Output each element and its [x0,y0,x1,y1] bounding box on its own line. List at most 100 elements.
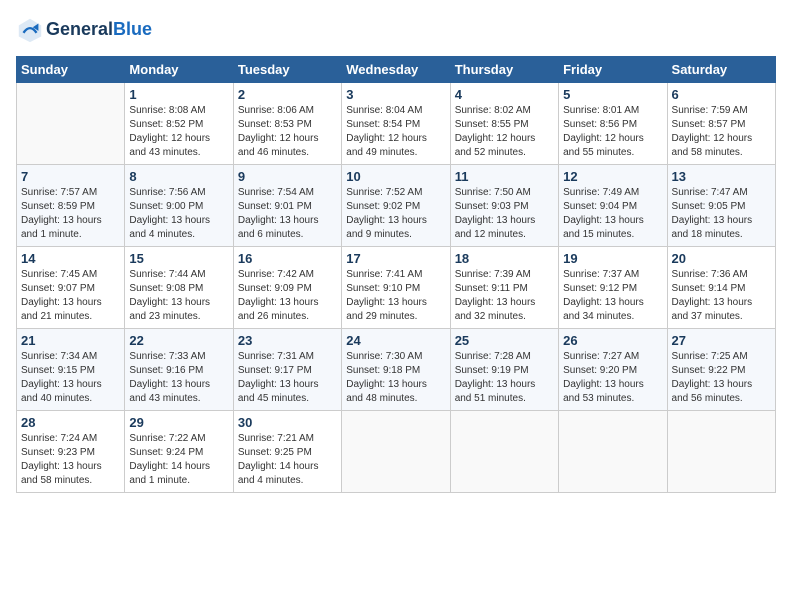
calendar-cell: 29 Sunrise: 7:22 AM Sunset: 9:24 PM Dayl… [125,411,233,493]
daylight-label: Daylight: 13 hours and 43 minutes. [129,379,210,404]
day-info: Sunrise: 7:49 AM Sunset: 9:04 PM Dayligh… [563,186,662,242]
calendar-cell: 4 Sunrise: 8:02 AM Sunset: 8:55 PM Dayli… [450,83,558,165]
day-number: 22 [129,333,228,348]
day-info: Sunrise: 7:56 AM Sunset: 9:00 PM Dayligh… [129,186,228,242]
day-number: 2 [238,87,337,102]
daylight-label: Daylight: 13 hours and 34 minutes. [563,297,644,322]
sunset-label: Sunset: 8:55 PM [455,119,529,130]
calendar-cell: 20 Sunrise: 7:36 AM Sunset: 9:14 PM Dayl… [667,247,775,329]
sunset-label: Sunset: 9:08 PM [129,283,203,294]
sunrise-label: Sunrise: 8:01 AM [563,105,639,116]
sunset-label: Sunset: 9:10 PM [346,283,420,294]
day-info: Sunrise: 7:34 AM Sunset: 9:15 PM Dayligh… [21,350,120,406]
sunrise-label: Sunrise: 7:56 AM [129,187,205,198]
sunrise-label: Sunrise: 7:33 AM [129,351,205,362]
calendar-cell: 28 Sunrise: 7:24 AM Sunset: 9:23 PM Dayl… [17,411,125,493]
day-info: Sunrise: 7:50 AM Sunset: 9:03 PM Dayligh… [455,186,554,242]
sunset-label: Sunset: 9:02 PM [346,201,420,212]
day-info: Sunrise: 7:47 AM Sunset: 9:05 PM Dayligh… [672,186,771,242]
sunset-label: Sunset: 9:00 PM [129,201,203,212]
sunset-label: Sunset: 9:01 PM [238,201,312,212]
daylight-label: Daylight: 12 hours and 49 minutes. [346,133,427,158]
day-info: Sunrise: 7:39 AM Sunset: 9:11 PM Dayligh… [455,268,554,324]
day-number: 7 [21,169,120,184]
calendar-cell: 24 Sunrise: 7:30 AM Sunset: 9:18 PM Dayl… [342,329,450,411]
calendar-cell [667,411,775,493]
sunrise-label: Sunrise: 7:30 AM [346,351,422,362]
day-info: Sunrise: 8:01 AM Sunset: 8:56 PM Dayligh… [563,104,662,160]
sunrise-label: Sunrise: 8:08 AM [129,105,205,116]
weekday-header: Sunday [17,57,125,83]
day-info: Sunrise: 7:33 AM Sunset: 9:16 PM Dayligh… [129,350,228,406]
calendar-cell: 17 Sunrise: 7:41 AM Sunset: 9:10 PM Dayl… [342,247,450,329]
calendar-cell: 19 Sunrise: 7:37 AM Sunset: 9:12 PM Dayl… [559,247,667,329]
daylight-label: Daylight: 13 hours and 53 minutes. [563,379,644,404]
sunset-label: Sunset: 8:54 PM [346,119,420,130]
calendar-cell: 5 Sunrise: 8:01 AM Sunset: 8:56 PM Dayli… [559,83,667,165]
day-number: 4 [455,87,554,102]
day-number: 13 [672,169,771,184]
weekday-header: Monday [125,57,233,83]
calendar-cell: 10 Sunrise: 7:52 AM Sunset: 9:02 PM Dayl… [342,165,450,247]
daylight-label: Daylight: 12 hours and 43 minutes. [129,133,210,158]
day-number: 11 [455,169,554,184]
sunset-label: Sunset: 9:07 PM [21,283,95,294]
sunset-label: Sunset: 9:16 PM [129,365,203,376]
sunset-label: Sunset: 9:09 PM [238,283,312,294]
day-info: Sunrise: 7:44 AM Sunset: 9:08 PM Dayligh… [129,268,228,324]
sunrise-label: Sunrise: 7:59 AM [672,105,748,116]
calendar-cell [17,83,125,165]
daylight-label: Daylight: 13 hours and 32 minutes. [455,297,536,322]
daylight-label: Daylight: 13 hours and 15 minutes. [563,215,644,240]
weekday-header: Saturday [667,57,775,83]
sunrise-label: Sunrise: 8:04 AM [346,105,422,116]
day-number: 25 [455,333,554,348]
header: GeneralBlue [16,16,776,44]
sunset-label: Sunset: 9:17 PM [238,365,312,376]
weekday-header: Wednesday [342,57,450,83]
calendar-cell: 14 Sunrise: 7:45 AM Sunset: 9:07 PM Dayl… [17,247,125,329]
daylight-label: Daylight: 13 hours and 56 minutes. [672,379,753,404]
sunrise-label: Sunrise: 7:34 AM [21,351,97,362]
day-info: Sunrise: 7:22 AM Sunset: 9:24 PM Dayligh… [129,432,228,488]
day-number: 24 [346,333,445,348]
day-info: Sunrise: 7:30 AM Sunset: 9:18 PM Dayligh… [346,350,445,406]
calendar-week: 21 Sunrise: 7:34 AM Sunset: 9:15 PM Dayl… [17,329,776,411]
sunset-label: Sunset: 9:20 PM [563,365,637,376]
calendar-cell: 3 Sunrise: 8:04 AM Sunset: 8:54 PM Dayli… [342,83,450,165]
day-number: 17 [346,251,445,266]
sunset-label: Sunset: 9:04 PM [563,201,637,212]
sunrise-label: Sunrise: 7:44 AM [129,269,205,280]
sunset-label: Sunset: 8:59 PM [21,201,95,212]
day-number: 29 [129,415,228,430]
sunrise-label: Sunrise: 8:02 AM [455,105,531,116]
daylight-label: Daylight: 13 hours and 9 minutes. [346,215,427,240]
calendar-cell: 11 Sunrise: 7:50 AM Sunset: 9:03 PM Dayl… [450,165,558,247]
daylight-label: Daylight: 13 hours and 12 minutes. [455,215,536,240]
calendar-cell: 26 Sunrise: 7:27 AM Sunset: 9:20 PM Dayl… [559,329,667,411]
daylight-label: Daylight: 13 hours and 40 minutes. [21,379,102,404]
daylight-label: Daylight: 13 hours and 23 minutes. [129,297,210,322]
calendar-cell: 25 Sunrise: 7:28 AM Sunset: 9:19 PM Dayl… [450,329,558,411]
day-number: 3 [346,87,445,102]
weekday-header: Friday [559,57,667,83]
daylight-label: Daylight: 14 hours and 4 minutes. [238,461,319,486]
daylight-label: Daylight: 13 hours and 1 minute. [21,215,102,240]
day-number: 19 [563,251,662,266]
day-info: Sunrise: 7:59 AM Sunset: 8:57 PM Dayligh… [672,104,771,160]
day-number: 23 [238,333,337,348]
calendar-cell: 27 Sunrise: 7:25 AM Sunset: 9:22 PM Dayl… [667,329,775,411]
day-info: Sunrise: 7:36 AM Sunset: 9:14 PM Dayligh… [672,268,771,324]
day-info: Sunrise: 7:54 AM Sunset: 9:01 PM Dayligh… [238,186,337,242]
calendar-cell: 1 Sunrise: 8:08 AM Sunset: 8:52 PM Dayli… [125,83,233,165]
daylight-label: Daylight: 13 hours and 45 minutes. [238,379,319,404]
calendar-cell: 2 Sunrise: 8:06 AM Sunset: 8:53 PM Dayli… [233,83,341,165]
day-number: 26 [563,333,662,348]
sunrise-label: Sunrise: 7:54 AM [238,187,314,198]
calendar-cell: 15 Sunrise: 7:44 AM Sunset: 9:08 PM Dayl… [125,247,233,329]
sunset-label: Sunset: 9:22 PM [672,365,746,376]
calendar-week: 1 Sunrise: 8:08 AM Sunset: 8:52 PM Dayli… [17,83,776,165]
sunrise-label: Sunrise: 7:28 AM [455,351,531,362]
sunrise-label: Sunrise: 7:36 AM [672,269,748,280]
calendar-cell [342,411,450,493]
